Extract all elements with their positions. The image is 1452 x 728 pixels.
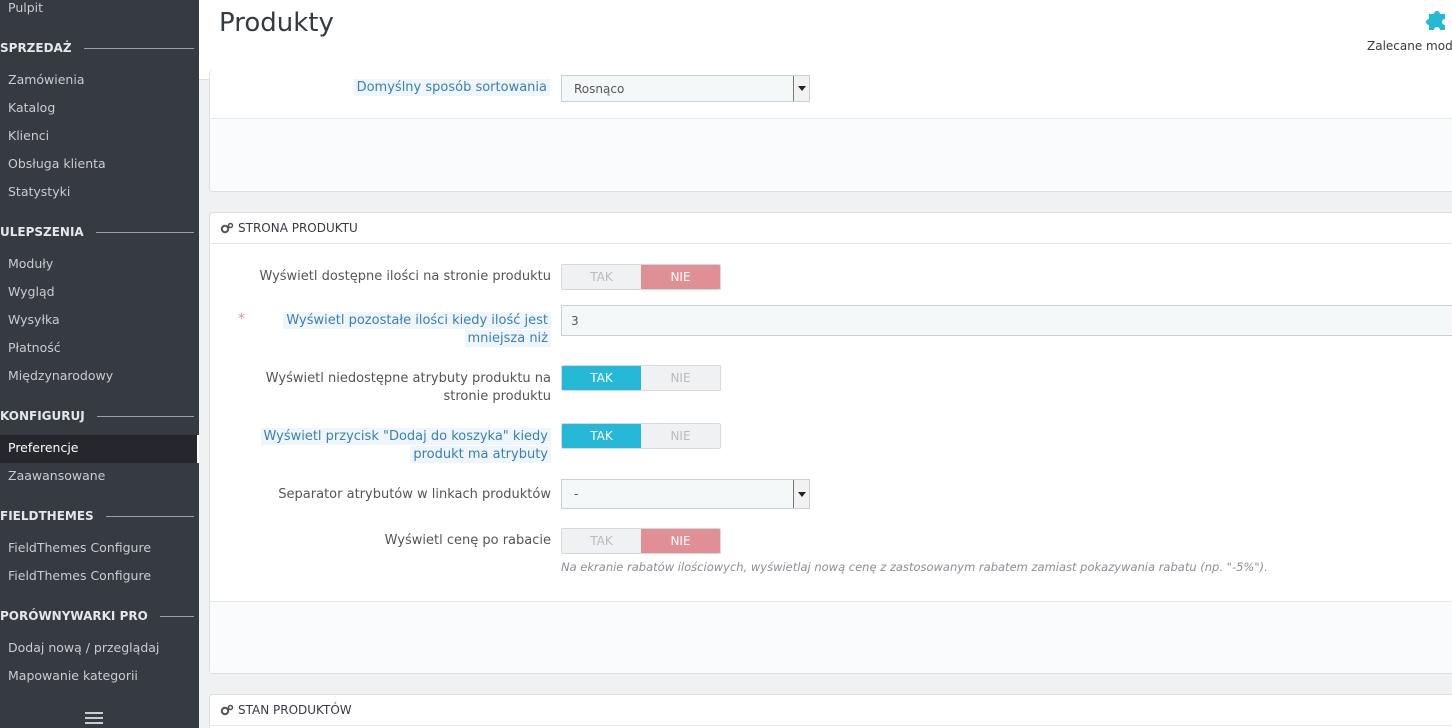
sidebar-section-fieldthemes: FIELDTHEMES — [0, 509, 194, 523]
sidebar-item-zamowienia[interactable]: Zamówienia — [8, 72, 85, 87]
attr-separator-select[interactable]: - — [561, 479, 810, 509]
sidebar-section-ulepszenia: ULEPSZENIA — [0, 225, 194, 239]
puzzle-icon[interactable] — [1421, 4, 1451, 34]
recommended-modules-link[interactable]: Zalecane modu — [1367, 39, 1452, 53]
sidebar-section-konfiguruj: KONFIGURUJ — [0, 409, 194, 423]
sidebar-section-sprzedaz: SPRZEDAŻ — [0, 41, 194, 55]
available-qty-switch[interactable]: TAK NIE — [561, 264, 721, 290]
menu-toggle-icon[interactable] — [85, 712, 103, 727]
panel-footer — [210, 118, 1452, 190]
switch-no[interactable]: NIE — [641, 424, 720, 448]
sidebar-section-title: KONFIGURUJ — [0, 409, 85, 423]
switch-yes[interactable]: TAK — [562, 366, 641, 390]
sidebar-item-mapowanie-kategorii[interactable]: Mapowanie kategorii — [8, 668, 138, 683]
cogs-icon — [220, 222, 234, 234]
attr-separator-label: Separator atrybutów w linkach produktów — [278, 487, 551, 502]
discounted-price-label: Wyświetl cenę po rabacie — [384, 533, 551, 548]
add-to-cart-label: Wyświetl przycisk "Dodaj do koszyka" kie… — [230, 428, 551, 464]
sidebar-item-wysylka[interactable]: Wysyłka — [8, 312, 60, 327]
sidebar-item-fieldthemes-configure-1[interactable]: FieldThemes Configure — [8, 540, 151, 555]
discounted-price-switch[interactable]: TAK NIE — [561, 528, 721, 554]
panel-heading: STAN PRODUKTÓW — [210, 695, 1452, 726]
page-title: Produkty — [219, 8, 334, 38]
sidebar-item-miedzynarodowy[interactable]: Międzynarodowy — [8, 368, 113, 383]
sidebar-item-katalog[interactable]: Katalog — [8, 100, 55, 115]
panel-footer — [210, 601, 1452, 673]
add-to-cart-switch[interactable]: TAK NIE — [561, 423, 721, 449]
available-qty-label: Wyświetl dostępne ilości na stronie prod… — [259, 269, 551, 284]
switch-no[interactable]: NIE — [641, 366, 720, 390]
default-order-select[interactable]: Rosnąco — [561, 75, 810, 102]
chevron-down-icon — [793, 480, 809, 508]
sidebar-item-pulpit[interactable]: Pulpit — [8, 0, 43, 15]
switch-no[interactable]: NIE — [641, 529, 720, 553]
sidebar-item-fieldthemes-configure-2[interactable]: FieldThemes Configure — [8, 568, 151, 583]
page-header: Produkty Zalecane modu — [199, 0, 1452, 80]
sidebar: Pulpit SPRZEDAŻ Zamówienia Katalog Klien… — [0, 0, 199, 728]
sidebar-item-moduly[interactable]: Moduły — [8, 256, 53, 271]
default-order-value: Rosnąco — [574, 81, 625, 96]
sidebar-section-title: PORÓWNYWARKI PRO — [0, 609, 148, 623]
unavailable-attrs-label: Wyświetl niedostępne atrybuty produktu n… — [265, 371, 551, 404]
switch-yes[interactable]: TAK — [562, 529, 641, 553]
panel-heading-title: STRONA PRODUKTU — [238, 221, 358, 235]
sidebar-item-platnosc[interactable]: Płatność — [8, 340, 61, 355]
unavailable-attrs-switch[interactable]: TAK NIE — [561, 365, 721, 391]
switch-yes[interactable]: TAK — [562, 265, 641, 289]
sidebar-section-title: SPRZEDAŻ — [0, 41, 72, 55]
sidebar-item-dodaj-nowa[interactable]: Dodaj nową / przeglądaj — [8, 640, 159, 655]
sidebar-item-klienci[interactable]: Klienci — [8, 128, 49, 143]
switch-no[interactable]: NIE — [641, 265, 720, 289]
sidebar-item-zaawansowane[interactable]: Zaawansowane — [8, 468, 105, 483]
remaining-qty-input[interactable]: 3 — [561, 305, 1452, 336]
default-order-label: Domyślny sposób sortowania — [350, 79, 550, 97]
stock-panel: STAN PRODUKTÓW — [209, 694, 1452, 728]
sidebar-section-porownywarki-pro: PORÓWNYWARKI PRO — [0, 609, 194, 623]
product-page-panel: STRONA PRODUKTU Wyświetl dostępne ilości… — [209, 212, 1452, 674]
panel-heading: STRONA PRODUKTU — [210, 213, 1452, 244]
sidebar-section-title: ULEPSZENIA — [0, 225, 84, 239]
sidebar-item-preferencje[interactable]: Preferencje — [8, 440, 78, 455]
chevron-down-icon — [793, 76, 809, 101]
discounted-price-help: Na ekranie rabatów ilościowych, wyświetl… — [561, 560, 1268, 574]
sidebar-item-statystyki[interactable]: Statystyki — [8, 184, 70, 199]
required-mark: * — [238, 311, 245, 327]
switch-yes[interactable]: TAK — [562, 424, 641, 448]
sorting-panel: Domyślny sposób sortowania Rosnąco — [209, 70, 1452, 192]
sidebar-section-title: FIELDTHEMES — [0, 509, 94, 523]
sidebar-item-obsluga-klienta[interactable]: Obsługa klienta — [8, 156, 106, 171]
sidebar-item-wyglad[interactable]: Wygląd — [8, 284, 55, 299]
remaining-qty-label: Wyświetl pozostałe ilości kiedy ilość je… — [250, 312, 551, 348]
sidebar-active-indicator — [197, 435, 199, 463]
cogs-icon — [220, 704, 234, 716]
attr-separator-value: - — [574, 487, 579, 501]
panel-heading-title: STAN PRODUKTÓW — [238, 703, 352, 717]
